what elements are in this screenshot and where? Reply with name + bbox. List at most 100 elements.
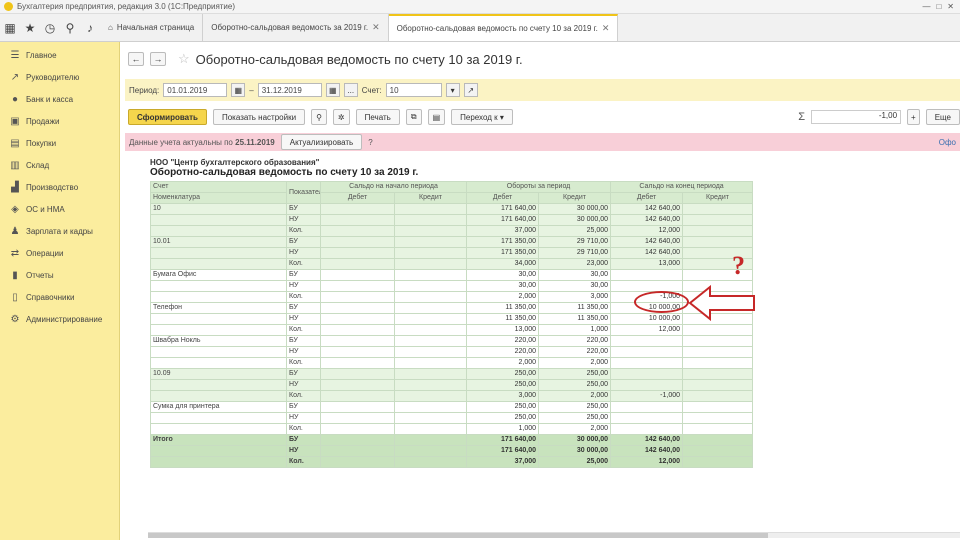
row-indicator[interactable]: НУ <box>286 214 321 226</box>
row-indicator[interactable]: НУ <box>286 379 321 391</box>
cell-open-debit[interactable] <box>320 225 395 237</box>
cell-open-credit[interactable] <box>393 445 468 457</box>
back-arrow-icon[interactable]: ← <box>128 52 144 66</box>
row-indicator[interactable]: Кол. <box>286 456 321 468</box>
row-name[interactable] <box>150 379 287 391</box>
cell-open-debit[interactable] <box>320 291 395 303</box>
history-icon[interactable]: ◷ <box>40 14 60 41</box>
row-indicator[interactable]: БУ <box>286 335 321 347</box>
cell-turnover-debit[interactable]: 2,000 <box>466 291 540 303</box>
sidebar-item-warehouse[interactable]: ▥ Склад <box>0 154 119 176</box>
cell-turnover-credit[interactable]: 30 000,00 <box>538 214 612 226</box>
cell-closing-debit[interactable]: 142 640,00 <box>610 434 684 446</box>
cell-closing-debit[interactable]: 10 000,00 <box>610 313 684 325</box>
cell-turnover-debit[interactable]: 1,000 <box>466 423 540 435</box>
cell-open-debit[interactable] <box>320 258 395 270</box>
cell-open-credit[interactable] <box>393 401 468 413</box>
cell-closing-debit[interactable] <box>610 357 684 369</box>
cell-turnover-debit[interactable]: 171 350,00 <box>466 236 540 248</box>
cell-turnover-debit[interactable]: 250,00 <box>466 379 540 391</box>
notice-link[interactable]: Офо <box>939 138 960 147</box>
cell-turnover-credit[interactable]: 30 000,00 <box>538 445 612 457</box>
cell-open-credit[interactable] <box>393 412 468 424</box>
cell-turnover-credit[interactable]: 23,000 <box>538 258 612 270</box>
cell-open-debit[interactable] <box>320 280 395 292</box>
cell-closing-credit[interactable] <box>682 225 754 237</box>
cell-turnover-debit[interactable]: 171 640,00 <box>466 445 540 457</box>
copy-icon[interactable]: ⧉ <box>405 109 422 125</box>
table-row[interactable]: НУ 171 350,00 29 710,00 142 640,00 <box>150 247 754 259</box>
bell-icon[interactable]: ♪ <box>80 14 100 41</box>
cell-closing-debit[interactable]: 142 640,00 <box>610 214 684 226</box>
sidebar-item-operations[interactable]: ⇄ Операции <box>0 242 119 264</box>
table-row[interactable]: Итого БУ 171 640,00 30 000,00 142 640,00 <box>150 434 754 446</box>
search-settings-icon[interactable]: ✲ <box>332 109 350 125</box>
tab-home[interactable]: ⌂ Начальная страница <box>100 14 204 41</box>
cell-turnover-credit[interactable]: 2,000 <box>538 390 612 402</box>
cell-turnover-credit[interactable]: 250,00 <box>538 412 612 424</box>
row-indicator[interactable]: НУ <box>286 445 321 457</box>
sidebar-item-admin[interactable]: ⚙ Администрирование <box>0 308 119 330</box>
cell-turnover-credit[interactable]: 220,00 <box>538 335 612 347</box>
sidebar-item-assets[interactable]: ◈ ОС и НМА <box>0 198 119 220</box>
row-indicator[interactable]: НУ <box>286 346 321 358</box>
table-row[interactable]: НУ 30,00 30,00 <box>150 280 754 292</box>
cell-turnover-debit[interactable]: 171 640,00 <box>466 214 540 226</box>
sidebar-item-salary[interactable]: ♟ Зарплата и кадры <box>0 220 119 242</box>
cell-open-credit[interactable] <box>393 258 468 270</box>
row-indicator[interactable]: Кол. <box>286 423 321 435</box>
row-indicator[interactable]: НУ <box>286 313 321 325</box>
row-indicator[interactable]: Кол. <box>286 390 321 402</box>
table-row[interactable]: 10.09 БУ 250,00 250,00 <box>150 368 754 380</box>
cell-open-debit[interactable] <box>320 445 395 457</box>
table-view-icon[interactable]: ▤ <box>427 109 446 125</box>
cell-open-credit[interactable] <box>393 236 468 248</box>
table-row[interactable]: Кол. 34,000 23,000 13,000 <box>150 258 754 270</box>
cell-open-debit[interactable] <box>320 335 395 347</box>
cell-turnover-credit[interactable]: 25,000 <box>538 456 612 468</box>
cell-closing-debit[interactable] <box>610 335 684 347</box>
tab-close-icon[interactable]: ✕ <box>372 22 380 33</box>
sidebar-item-director[interactable]: ↗ Руководителю <box>0 66 119 88</box>
row-name[interactable] <box>150 456 287 468</box>
row-name[interactable]: Бумага Офис <box>150 269 287 281</box>
sidebar-item-sales[interactable]: ▣ Продажи <box>0 110 119 132</box>
favorite-star-icon[interactable]: ☆ <box>178 51 190 67</box>
cell-turnover-credit[interactable]: 25,000 <box>538 225 612 237</box>
table-row[interactable]: НУ 250,00 250,00 <box>150 412 754 424</box>
table-row[interactable]: Кол. 37,000 25,000 12,000 <box>150 225 754 237</box>
cell-turnover-credit[interactable]: 250,00 <box>538 379 612 391</box>
row-indicator[interactable]: Кол. <box>286 291 321 303</box>
cell-closing-debit[interactable] <box>610 269 684 281</box>
cell-open-credit[interactable] <box>393 357 468 369</box>
row-indicator[interactable]: БУ <box>286 368 321 380</box>
goto-button[interactable]: Переход к ▾ <box>451 109 513 125</box>
cell-closing-debit[interactable]: -1,000 <box>610 390 684 402</box>
cell-closing-debit[interactable] <box>610 423 684 435</box>
cell-open-debit[interactable] <box>320 357 395 369</box>
cell-closing-credit[interactable] <box>682 379 754 391</box>
cell-turnover-debit[interactable]: 34,000 <box>466 258 540 270</box>
tab-osv-2019[interactable]: Оборотно-сальдовая ведомость за 2019 г. … <box>203 14 389 41</box>
apps-grid-icon[interactable]: ▦ <box>0 14 20 41</box>
cell-closing-credit[interactable] <box>682 368 754 380</box>
cell-turnover-debit[interactable]: 2,000 <box>466 357 540 369</box>
row-indicator[interactable]: БУ <box>286 434 321 446</box>
cell-turnover-credit[interactable]: 30,00 <box>538 280 612 292</box>
row-indicator[interactable]: НУ <box>286 412 321 424</box>
table-row[interactable]: Кол. 2,000 2,000 <box>150 357 754 369</box>
row-name[interactable] <box>150 324 287 336</box>
cell-open-debit[interactable] <box>320 412 395 424</box>
forward-arrow-icon[interactable]: → <box>150 52 166 66</box>
help-icon[interactable]: ? <box>368 138 372 147</box>
actualize-button[interactable]: Актуализировать <box>280 134 363 150</box>
show-settings-button[interactable]: Показать настройки <box>212 109 306 125</box>
cell-open-credit[interactable] <box>393 368 468 380</box>
cell-open-debit[interactable] <box>320 456 395 468</box>
cell-turnover-credit[interactable]: 3,000 <box>538 291 612 303</box>
cell-closing-credit[interactable] <box>682 401 754 413</box>
table-row[interactable]: Бумага Офис БУ 30,00 30,00 <box>150 269 754 281</box>
row-name[interactable]: 10.09 <box>150 368 287 380</box>
cell-open-credit[interactable] <box>393 291 468 303</box>
cell-closing-debit[interactable]: 142 640,00 <box>610 203 684 215</box>
